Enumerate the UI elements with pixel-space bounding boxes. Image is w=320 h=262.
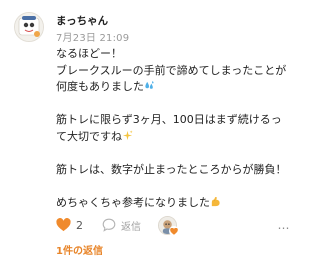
reply-label: 返信 [121,221,141,233]
comment-line: なるほどー！ [56,47,122,60]
view-replies-link[interactable]: 1件の返信 [56,242,103,257]
flexed-biceps-icon [211,197,220,207]
author-name[interactable]: まっちゃん [56,13,108,28]
comment-timestamp: 7月23日 21:09 [56,33,130,44]
comment-actions: 2 返信 … [56,215,296,236]
reply-button[interactable]: 返信 [102,215,141,235]
heart-icon [56,218,71,232]
comment-line: 筋トレは、数字が止まったところからが勝負！ [56,163,287,177]
like-count: 2 [76,218,83,232]
comment-line: 何度もありました [56,79,296,96]
comment-line: ブレークスルーの手前で諦めてしまったことが [56,63,287,77]
sparkles-icon [122,130,133,141]
speech-bubble-icon [102,218,116,232]
comment-line: 筋トレに限らず3ヶ月、100日はまず続けるっ [56,113,282,127]
comment-body: なるほどー！ ブレークスルーの手前で諦めてしまったことが 何度もありました 筋ト… [56,46,296,212]
author-avatar[interactable] [14,12,44,42]
comment-card: まっちゃん 7月23日 21:09 なるほどー！ ブレークスルーの手前で諦めてし… [0,0,300,262]
comment-line-text: 何度もありました [56,80,144,94]
more-options-button[interactable]: … [274,215,294,235]
sweat-droplets-icon [145,81,154,89]
comment-line: めちゃくちゃ参考になりました [56,195,296,212]
comment-line: て大切ですね [56,129,296,146]
like-button[interactable]: 2 [56,215,83,235]
reactor-indicator[interactable] [158,215,179,236]
comment-line-text: めちゃくちゃ参考になりました [56,196,210,210]
reactor-heart-badge [169,226,179,236]
heart-icon [170,227,178,235]
avatar-illustration-icon [15,13,43,41]
comment-line-text: て大切ですね [56,129,122,143]
